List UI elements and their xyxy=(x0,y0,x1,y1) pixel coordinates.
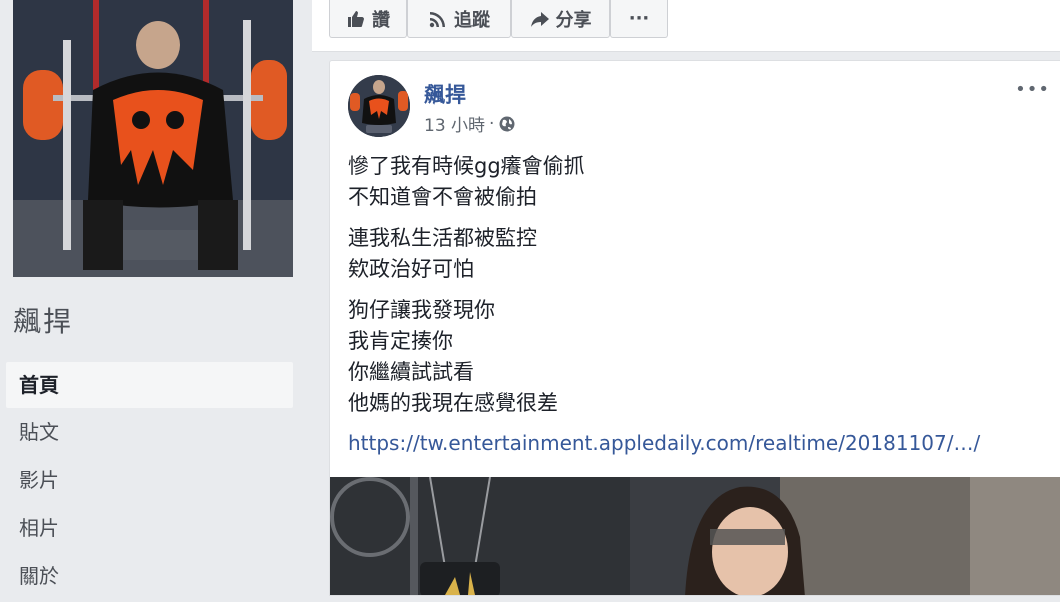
profile-photo[interactable] xyxy=(13,0,293,277)
follow-button[interactable]: 追蹤 xyxy=(407,0,511,38)
post-paragraph: 慘了我有時候gg癢會偷抓 不知道會不會被偷拍 xyxy=(348,151,1038,213)
sidebar-nav: 首頁 貼文 影片 相片 關於 xyxy=(6,362,293,602)
post-line: 連我私生活都被監控 xyxy=(348,226,537,250)
post-line: 不知道會不會被偷拍 xyxy=(348,185,537,209)
post-line: 欸政治好可怕 xyxy=(348,257,474,281)
share-arrow-icon xyxy=(530,11,549,27)
post-timestamp[interactable]: 13 小時 xyxy=(424,111,485,136)
follow-label: 追蹤 xyxy=(454,9,490,31)
sidebar-item-home[interactable]: 首頁 xyxy=(6,362,293,408)
post-line: 你繼續試試看 xyxy=(348,360,474,384)
post-paragraph: 狗仔讓我發現你 我肯定揍你 你繼續試試看 他媽的我現在感覺很差 xyxy=(348,295,1038,419)
post-body: 慘了我有時候gg癢會偷抓 不知道會不會被偷拍 連我私生活都被監控 欸政治好可怕 … xyxy=(348,151,1038,429)
page-action-bar: 讚 追蹤 分享 ··· xyxy=(312,0,1060,52)
post-attachment-image[interactable] xyxy=(330,477,1060,595)
post-line: 我肯定揍你 xyxy=(348,329,453,353)
post-line: 他媽的我現在感覺很差 xyxy=(348,391,558,415)
share-label: 分享 xyxy=(555,9,592,31)
thumbs-up-icon xyxy=(348,10,364,27)
sidebar-item-photos[interactable]: 相片 xyxy=(6,506,293,554)
sidebar-item-about[interactable]: 關於 xyxy=(6,554,293,602)
meta-separator: · xyxy=(489,113,495,134)
author-avatar[interactable] xyxy=(348,75,410,137)
share-button[interactable]: 分享 xyxy=(511,0,610,38)
like-label: 讚 xyxy=(372,9,390,31)
post-options-icon[interactable]: ••• xyxy=(1015,79,1050,100)
post-line: 慘了我有時候gg癢會偷抓 xyxy=(348,154,585,178)
like-button[interactable]: 讚 xyxy=(329,0,407,38)
sidebar-item-posts[interactable]: 貼文 xyxy=(6,410,293,458)
post-line: 狗仔讓我發現你 xyxy=(348,298,495,322)
post-link[interactable]: https://tw.entertainment.appledaily.com/… xyxy=(348,431,980,455)
post-card: 飆捍 13 小時 · ••• 慘了我有時候gg癢會偷抓 不知道會不會被偷拍 連我… xyxy=(329,60,1060,596)
rss-icon xyxy=(429,11,445,27)
globe-icon xyxy=(499,116,515,131)
more-options-label: ··· xyxy=(628,8,650,29)
post-meta: 13 小時 · xyxy=(424,111,516,136)
page-name: 飆捍 xyxy=(13,305,74,338)
more-options-button[interactable]: ··· xyxy=(610,0,668,38)
left-column: 飆捍 首頁 貼文 影片 相片 關於 xyxy=(0,0,310,596)
post-paragraph: 連我私生活都被監控 欸政治好可怕 xyxy=(348,223,1038,285)
sidebar-item-videos[interactable]: 影片 xyxy=(6,458,293,506)
post-author[interactable]: 飆捍 xyxy=(424,79,466,109)
